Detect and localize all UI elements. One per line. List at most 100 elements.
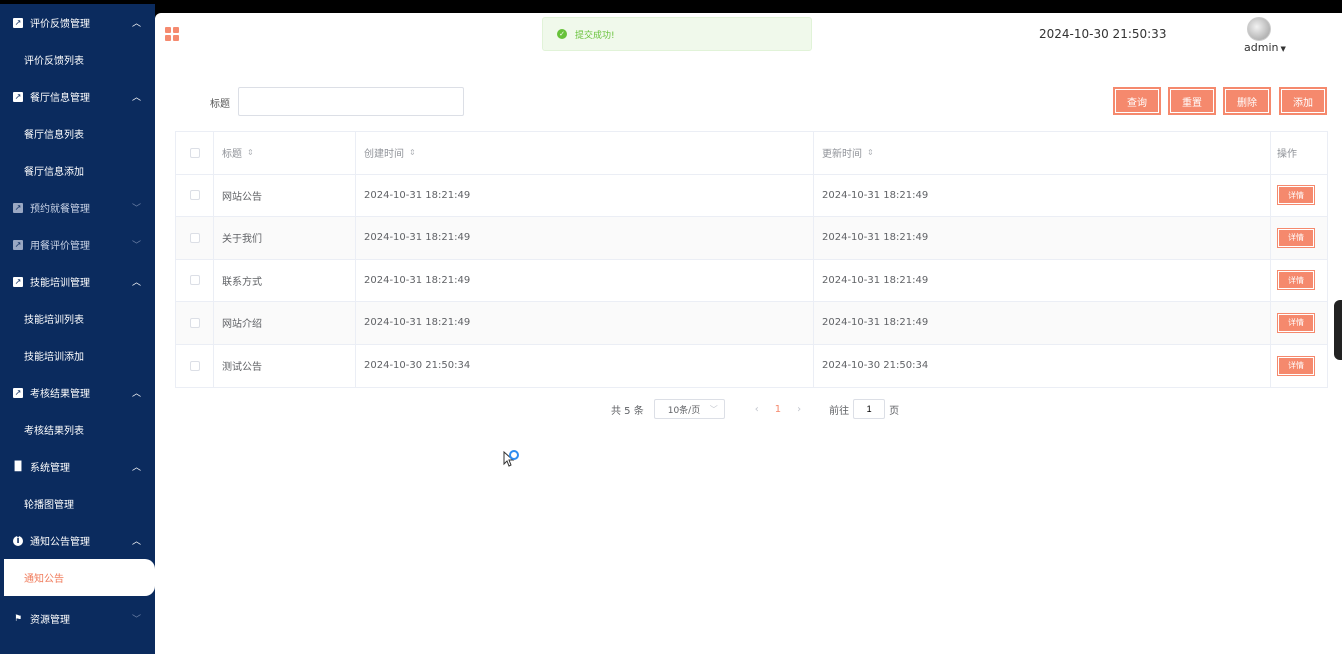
table-row: 网站公告 2024-10-31 18:21:49 2024-10-31 18:2… bbox=[176, 174, 1327, 217]
menu-item-notice[interactable]: 通知公告 bbox=[4, 559, 155, 596]
detail-button[interactable]: 详情 bbox=[1277, 227, 1315, 248]
page-suffix: 页 bbox=[889, 405, 900, 417]
table-row: 网站介绍 2024-10-31 18:21:49 2024-10-31 18:2… bbox=[176, 302, 1327, 345]
header-checkbox-cell bbox=[176, 132, 214, 174]
goto-label: 前往 bbox=[829, 405, 850, 417]
cell-created: 2024-10-31 18:21:49 bbox=[356, 302, 814, 344]
row-checkbox-cell bbox=[176, 174, 214, 216]
cell-title: 测试公告 bbox=[214, 344, 356, 387]
menu-item-training-add[interactable]: 技能培训添加 bbox=[0, 337, 155, 374]
detail-button[interactable]: 详情 bbox=[1277, 355, 1315, 376]
chevron-up-icon: ︿ bbox=[131, 278, 141, 288]
menu-group-system[interactable]: ▐▌ 系统管理 ︿ bbox=[0, 448, 155, 485]
detail-button[interactable]: 详情 bbox=[1277, 270, 1315, 291]
menu-group-label: 系统管理 bbox=[30, 463, 70, 474]
menu-group-label: 通知公告管理 bbox=[30, 537, 90, 548]
title-search-input[interactable] bbox=[238, 87, 464, 116]
row-checkbox-cell bbox=[176, 344, 214, 387]
header-created-label: 创建时间 bbox=[364, 149, 404, 161]
chevron-up-icon: ︿ bbox=[131, 389, 141, 399]
cell-created: 2024-10-31 18:21:49 bbox=[356, 259, 814, 301]
detail-button[interactable]: 详情 bbox=[1277, 185, 1315, 206]
menu-group-reservation[interactable]: ↗ 预约就餐管理 ﹀ bbox=[0, 189, 155, 226]
reset-button[interactable]: 重置 bbox=[1168, 87, 1216, 115]
floating-side-widget[interactable] bbox=[1334, 300, 1342, 360]
row-checkbox[interactable] bbox=[189, 190, 200, 201]
search-label: 标题 bbox=[210, 99, 230, 110]
chart-icon: ↗ bbox=[13, 387, 23, 398]
cell-created: 2024-10-31 18:21:49 bbox=[356, 217, 814, 259]
menu-group-resource[interactable]: ⚑ 资源管理 ﹀ bbox=[0, 600, 155, 637]
menu-group-label: 考核结果管理 bbox=[30, 389, 90, 400]
menu-group-label: 预约就餐管理 bbox=[30, 204, 90, 215]
sidebar: ↗ 评价反馈管理 ︿ 评价反馈列表 ↗ 餐厅信息管理 ︿ 餐厅信息列表 餐厅信息… bbox=[0, 4, 155, 654]
pagination: 共 5 条 10条/页 ﹀ ‹ 1 › 前往 页 bbox=[611, 399, 899, 419]
menu-item-assessment-list[interactable]: 考核结果列表 bbox=[0, 411, 155, 448]
row-checkbox[interactable] bbox=[189, 317, 200, 328]
cell-updated: 2024-10-31 18:21:49 bbox=[814, 217, 1271, 259]
prev-page-button[interactable]: ‹ bbox=[755, 404, 759, 415]
chevron-down-icon: ﹀ bbox=[131, 615, 141, 625]
row-checkbox[interactable] bbox=[189, 360, 200, 371]
menu-group-restaurant[interactable]: ↗ 餐厅信息管理 ︿ bbox=[0, 78, 155, 115]
header-title[interactable]: 标题 ⇕ bbox=[214, 132, 356, 174]
menu-item-feedback-list[interactable]: 评价反馈列表 bbox=[0, 41, 155, 78]
chevron-down-icon: ﹀ bbox=[709, 405, 718, 414]
cell-created: 2024-10-31 18:21:49 bbox=[356, 174, 814, 216]
query-button[interactable]: 查询 bbox=[1113, 87, 1161, 115]
table-row: 测试公告 2024-10-30 21:50:34 2024-10-30 21:5… bbox=[176, 344, 1327, 387]
menu-item-carousel[interactable]: 轮播图管理 bbox=[0, 485, 155, 522]
menu-item-restaurant-list[interactable]: 餐厅信息列表 bbox=[0, 115, 155, 152]
sort-icon[interactable]: ⇕ bbox=[247, 148, 254, 157]
next-page-button[interactable]: › bbox=[797, 404, 801, 415]
menu-item-training-list[interactable]: 技能培训列表 bbox=[0, 300, 155, 337]
menu-group-dining-review[interactable]: ↗ 用餐评价管理 ﹀ bbox=[0, 226, 155, 263]
cell-updated: 2024-10-30 21:50:34 bbox=[814, 344, 1271, 387]
header-created[interactable]: 创建时间 ⇕ bbox=[356, 132, 814, 174]
check-circle-icon: ✓ bbox=[557, 29, 567, 39]
chevron-up-icon: ︿ bbox=[131, 93, 141, 103]
menu-group-label: 餐厅信息管理 bbox=[30, 93, 90, 104]
menu-item-restaurant-add[interactable]: 餐厅信息添加 bbox=[0, 152, 155, 189]
page-size-select[interactable]: 10条/页 ﹀ bbox=[653, 399, 725, 419]
cell-op: 详情 bbox=[1271, 302, 1327, 344]
grid-menu-icon[interactable] bbox=[165, 27, 179, 41]
avatar[interactable] bbox=[1247, 17, 1271, 41]
menu-group-label: 用餐评价管理 bbox=[30, 241, 90, 252]
chevron-up-icon: ︿ bbox=[131, 19, 141, 29]
pagination-total: 共 5 条 bbox=[611, 405, 644, 417]
chart-icon: ↗ bbox=[13, 202, 23, 213]
menu-group-feedback[interactable]: ↗ 评价反馈管理 ︿ bbox=[0, 4, 155, 41]
chevron-up-icon: ︿ bbox=[131, 463, 141, 473]
sort-icon[interactable]: ⇕ bbox=[409, 148, 416, 157]
cell-updated: 2024-10-31 18:21:49 bbox=[814, 259, 1271, 301]
menu-group-notice[interactable]: i 通知公告管理 ︿ bbox=[0, 522, 155, 559]
row-checkbox[interactable] bbox=[189, 232, 200, 243]
datetime: 2024-10-30 21:50:33 bbox=[1039, 27, 1167, 41]
menu-group-assessment[interactable]: ↗ 考核结果管理 ︿ bbox=[0, 374, 155, 411]
add-button[interactable]: 添加 bbox=[1279, 87, 1327, 115]
user-name: admin bbox=[1244, 41, 1279, 54]
toast-message: 提交成功! bbox=[575, 30, 615, 41]
header-updated[interactable]: 更新时间 ⇕ bbox=[814, 132, 1271, 174]
goto-page-input[interactable] bbox=[853, 399, 886, 419]
chart-icon: ↗ bbox=[13, 17, 23, 28]
flag-icon: ⚑ bbox=[13, 613, 23, 624]
row-checkbox-cell bbox=[176, 302, 214, 344]
detail-button[interactable]: 详情 bbox=[1277, 312, 1315, 333]
select-all-checkbox[interactable] bbox=[189, 147, 200, 158]
menu-group-training[interactable]: ↗ 技能培训管理 ︿ bbox=[0, 263, 155, 300]
top-strip bbox=[0, 0, 1342, 4]
chart-icon: ↗ bbox=[13, 276, 23, 287]
header-title-label: 标题 bbox=[222, 149, 242, 161]
user-menu[interactable]: admin ▼ bbox=[1244, 41, 1286, 54]
row-checkbox[interactable] bbox=[189, 275, 200, 286]
header-op: 操作 bbox=[1277, 149, 1297, 161]
page-number-current[interactable]: 1 bbox=[775, 404, 781, 415]
sort-icon[interactable]: ⇕ bbox=[867, 148, 874, 157]
menu-group-label: 评价反馈管理 bbox=[30, 19, 90, 30]
cell-created: 2024-10-30 21:50:34 bbox=[356, 344, 814, 387]
menu-group-label: 技能培训管理 bbox=[30, 278, 90, 289]
delete-button[interactable]: 删除 bbox=[1223, 87, 1271, 115]
cell-op: 详情 bbox=[1271, 175, 1327, 217]
